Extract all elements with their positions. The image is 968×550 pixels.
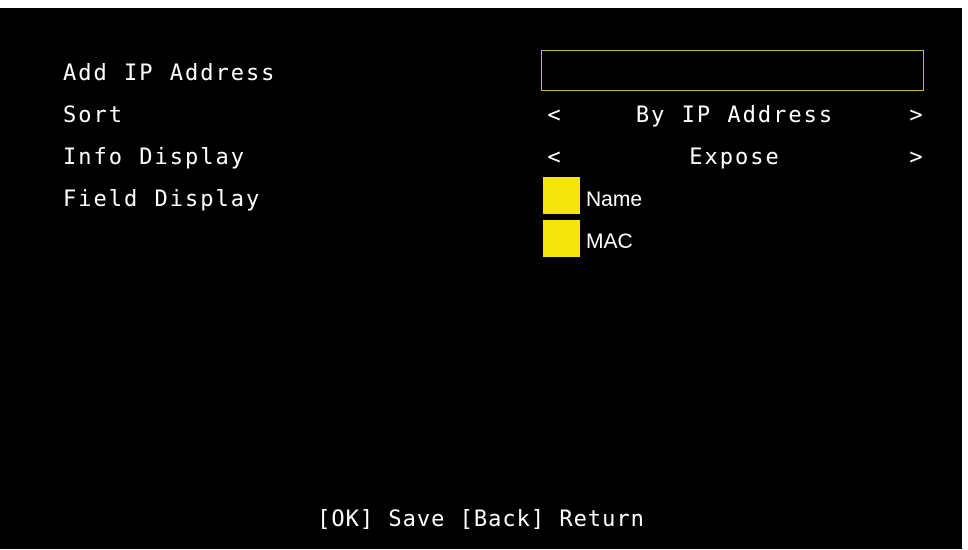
info-display-value: Expose xyxy=(689,145,781,170)
sort-next-arrow[interactable]: > xyxy=(907,101,927,131)
add-ip-address-label: Add IP Address xyxy=(63,61,277,86)
info-display-label: Info Display xyxy=(63,145,246,170)
info-display-next-arrow[interactable]: > xyxy=(907,143,927,173)
info-display-prev-arrow[interactable]: < xyxy=(545,143,565,173)
footer-hint: [OK] Save [Back] Return xyxy=(317,507,645,532)
field-display-label: Field Display xyxy=(63,187,262,212)
name-checkbox[interactable] xyxy=(543,177,580,214)
mac-checkbox[interactable] xyxy=(543,220,580,257)
name-checkbox-label: Name xyxy=(586,188,643,211)
sort-value: By IP Address xyxy=(635,103,835,128)
settings-screen: Add IP Address Sort < By IP Address > In… xyxy=(0,8,962,549)
sort-prev-arrow[interactable]: < xyxy=(545,101,565,131)
mac-checkbox-label: MAC xyxy=(586,230,633,253)
ip-address-input[interactable] xyxy=(541,50,924,91)
sort-label: Sort xyxy=(63,103,124,128)
